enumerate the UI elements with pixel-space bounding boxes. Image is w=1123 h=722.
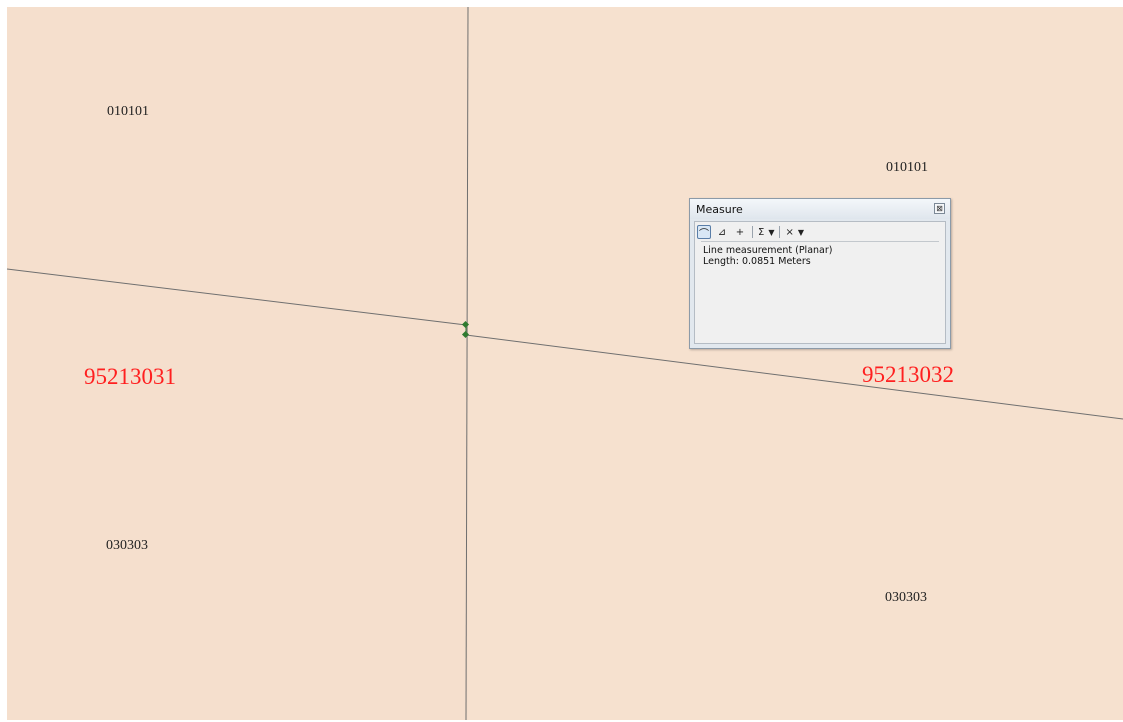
toolbar-divider <box>701 241 939 242</box>
map-canvas[interactable] <box>0 0 1123 722</box>
clear-results-icon[interactable]: × ▼ <box>785 225 804 239</box>
chevron-down-icon: ▼ <box>768 227 775 237</box>
zone-code-label: 030303 <box>885 590 927 605</box>
measurement-length-text: Length: 0.0851 Meters <box>703 256 811 267</box>
toolbar-separator <box>779 226 781 238</box>
measure-feature-tool-icon[interactable]: + <box>733 225 747 239</box>
chevron-down-icon: ▼ <box>797 227 805 237</box>
measure-window[interactable]: Measure ⊠ ⌒ ⊿ + Σ ▼ × ▼ Line measurement… <box>689 198 951 349</box>
measure-panel: ⌒ ⊿ + Σ ▼ × ▼ Line measurement (Planar) … <box>694 221 946 344</box>
clear-icon: × <box>785 226 794 238</box>
measurement-results: Line measurement (Planar) Length: 0.0851… <box>703 245 832 267</box>
measurement-type-text: Line measurement (Planar) <box>703 245 833 256</box>
measure-window-title: Measure <box>696 203 743 216</box>
zone-code-label: 010101 <box>886 160 928 175</box>
zone-code-label: 030303 <box>106 538 148 553</box>
parcel-number-label: 95213031 <box>84 364 176 389</box>
sum-icon: Σ <box>758 226 765 238</box>
zone-code-label: 010101 <box>107 104 149 119</box>
map-view[interactable]: 010101 010101 030303 030303 95213031 952… <box>0 0 1123 722</box>
close-icon[interactable]: ⊠ <box>934 203 945 214</box>
toolbar-separator <box>752 226 753 238</box>
parcel-left <box>7 7 468 720</box>
measure-area-tool-icon[interactable]: ⊿ <box>715 225 729 239</box>
measure-line-tool-icon[interactable]: ⌒ <box>697 225 711 240</box>
measure-titlebar[interactable]: Measure ⊠ <box>690 199 950 219</box>
show-total-icon[interactable]: Σ ▼ <box>758 225 774 239</box>
measure-toolbar: ⌒ ⊿ + Σ ▼ × ▼ <box>697 224 943 240</box>
parcel-right <box>468 7 1123 720</box>
parcel-number-label: 95213032 <box>862 362 954 387</box>
